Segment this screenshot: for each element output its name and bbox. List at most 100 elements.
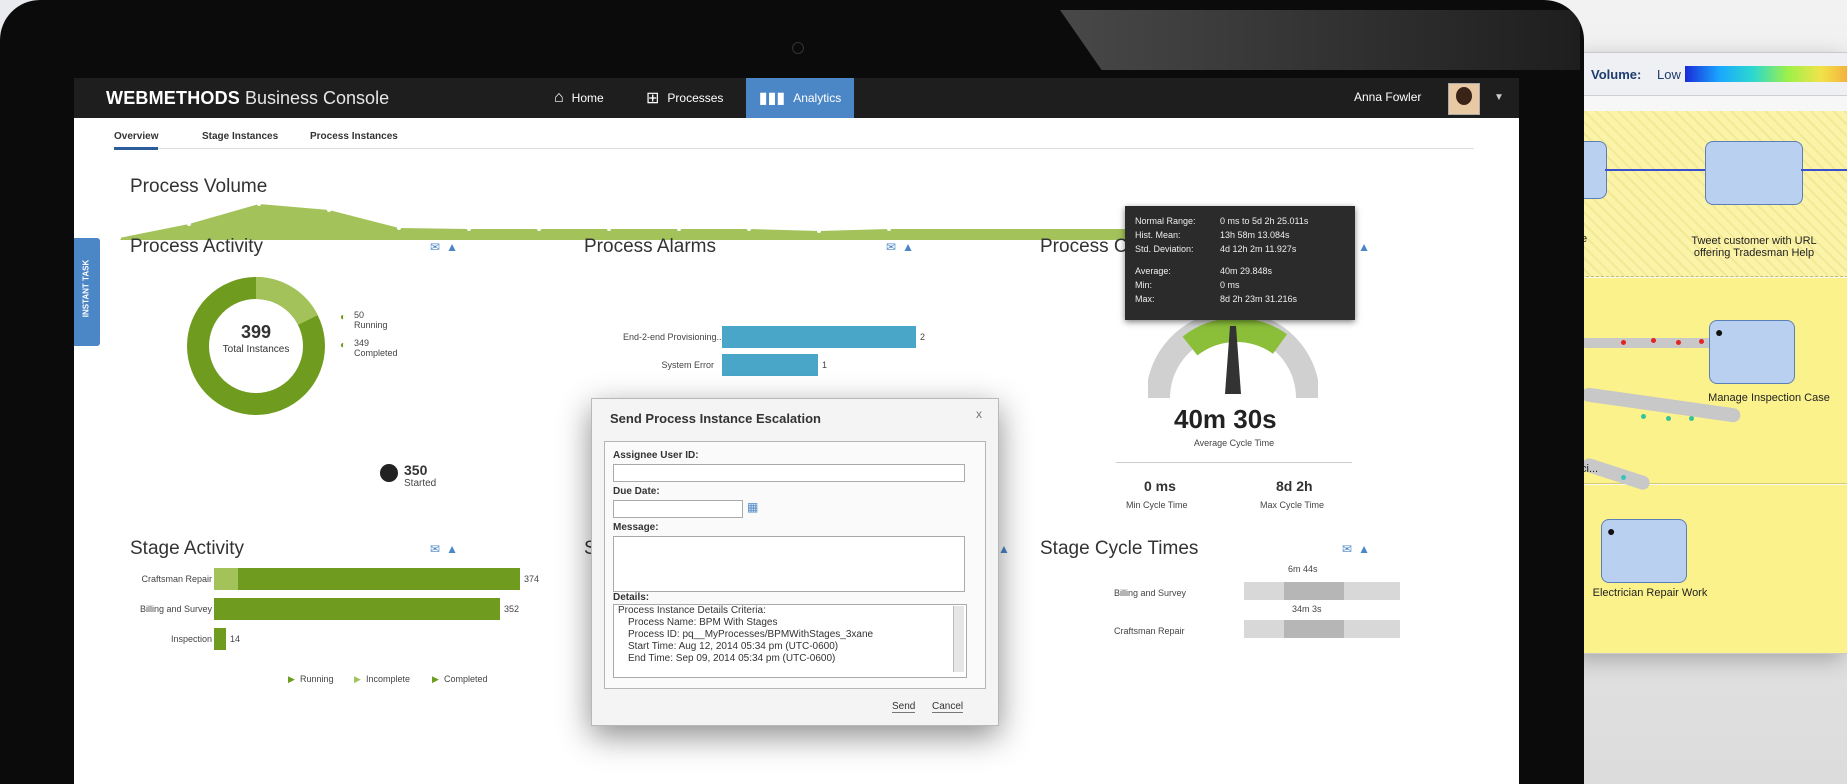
tab-stage-instances[interactable]: Stage Instances [202,131,278,142]
chevron-down-icon[interactable]: ▼ [1494,92,1504,103]
process-volume-title: Process Volume [130,176,268,197]
legend-running-icon: ▶ [288,674,295,684]
stage-cycle-value: 6m 44s [1288,564,1318,574]
running-value: 50 [354,310,365,320]
avatar[interactable] [1448,83,1480,115]
tab-overview[interactable]: Overview [114,131,159,150]
details-line: Process Name: BPM With Stages [628,617,778,628]
details-line: Process Instance Details Criteria: [618,605,766,616]
nav-home[interactable]: ⌂ Home [554,78,604,118]
bar-chart-icon: ▮▮▮ [758,90,786,107]
due-date-label: Due Date: [613,486,660,497]
volume-gradient [1685,66,1847,82]
alarm-label: End-2-end Provisioning... [622,332,724,342]
details-line: Process ID: pq__MyProcesses/BPMWithStage… [628,629,874,640]
total-instances-label: Total Instances [222,344,290,355]
details-scrollbar[interactable] [953,606,964,672]
average-cycle-value: 40m 30s [1174,404,1277,434]
min-cycle-label: Min Cycle Time [1126,500,1188,510]
volume-point [397,226,401,230]
tab-process-instances[interactable]: Process Instances [310,131,398,142]
alert-icon[interactable]: ▲ [998,542,1016,556]
nav-analytics[interactable]: ▮▮▮ Analytics [746,78,854,118]
alert-icon[interactable]: ▲ [1358,240,1376,254]
alert-icon[interactable]: ▲ [446,542,464,556]
details-textarea[interactable]: Process Instance Details Criteria: Proce… [613,604,967,678]
alarm-value: 2 [920,332,926,342]
swimlane-middle: ● Manage Inspection Case [1581,278,1847,484]
tooltip-value: 40m 29.848s [1220,266,1273,276]
task-left-partial[interactable] [1581,141,1607,199]
alarm-bar[interactable] [722,326,916,348]
stage-cycle-label: Billing and Survey [1114,588,1187,598]
volume-point [187,222,191,226]
cycle-stats-tooltip: Normal Range: 0 ms to 5d 2h 25.011s Hist… [1125,206,1355,320]
user-name[interactable]: Anna Fowler [1354,90,1421,104]
legend-completed: Completed [444,674,488,684]
stage-bar-completed[interactable] [214,598,500,620]
tooltip-value: 13h 58m 13.084s [1220,230,1290,240]
tooltip-value: 0 ms [1220,280,1240,290]
max-cycle-value: 8d 2h [1276,478,1313,494]
stage-value: 374 [524,574,540,584]
stage-bar-completed[interactable] [214,628,226,650]
panel-tools: ▲ [998,542,1016,556]
view-tabs: Overview Stage Instances Process Instanc… [114,122,1474,150]
stage-label: Craftsman Repair [141,574,212,584]
alert-icon[interactable]: ▲ [902,240,920,254]
brand-logo[interactable]: WEBMETHODS Business Console [106,88,389,109]
email-icon[interactable]: ✉ [430,542,446,556]
alert-icon[interactable]: ▲ [446,240,464,254]
stage-bar-completed[interactable] [238,568,520,590]
tooltip-value: 4d 12h 2m 11.927s [1220,244,1297,254]
volume-point [887,227,891,231]
average-cycle-label: Average Cycle Time [1193,438,1275,448]
started-icon [380,464,398,482]
details-line: Start Time: Aug 12, 2014 05:34 pm (UTC-0… [628,641,839,652]
panel-tools: ✉▲ [886,240,920,254]
brand-product: Business Console [240,88,390,108]
instance-dot [1676,340,1681,345]
completed-value: 349 [354,338,370,348]
calendar-icon[interactable]: ▦ [747,500,758,514]
stage-cycle-label: Craftsman Repair [1114,626,1185,636]
send-button[interactable]: Send [892,701,916,713]
task-tweet-customer[interactable] [1705,141,1803,205]
stage-cycle-range [1284,582,1344,600]
stage-cycle-bar[interactable] [1244,620,1400,638]
stage-cycle-bar[interactable] [1244,582,1400,600]
alert-icon[interactable]: ▲ [1358,542,1376,556]
email-icon[interactable]: ✉ [1342,542,1358,556]
volume-point [607,227,611,231]
instant-task-tab[interactable]: INSTANT TASK [74,238,100,346]
stage-bar-running[interactable] [214,568,238,590]
close-icon[interactable]: x [976,407,982,421]
assignee-input[interactable] [613,464,965,482]
volume-point [327,208,331,212]
completed-label: Completed [354,348,398,358]
email-icon[interactable]: ✉ [430,240,446,254]
message-textarea[interactable] [613,536,965,592]
task-manage-inspection-label: Manage Inspection Case [1708,392,1830,404]
swimlane-top: e Tweet customer with URL offering Trade… [1581,111,1847,277]
user-task-icon: ● [1607,523,1616,539]
stage-label: Inspection [170,634,212,644]
alarm-bar[interactable] [722,354,818,376]
running-label: Running [354,320,388,330]
cancel-button[interactable]: Cancel [932,701,964,713]
email-icon[interactable]: ✉ [886,240,902,254]
instance-dot [1621,340,1626,345]
stage-activity-title: Stage Activity [130,538,245,559]
nav-analytics-label: Analytics [793,91,842,105]
due-date-input[interactable] [613,500,743,518]
flow-arrow [1801,169,1847,171]
nav-processes[interactable]: ⊞ Processes [646,78,723,118]
tooltip-value: 0 ms to 5d 2h 25.011s [1220,216,1309,226]
assignee-label: Assignee User ID: [613,450,699,461]
stage-cycle-range [1284,620,1344,638]
screen-glare [1060,10,1580,70]
process-alarms-title: Process Alarms [584,236,716,257]
running-icon: ◐ [340,312,347,323]
stage-cycle-title: Stage Cycle Times [1040,538,1199,559]
process-flow-icon: ⊞ [646,90,660,107]
